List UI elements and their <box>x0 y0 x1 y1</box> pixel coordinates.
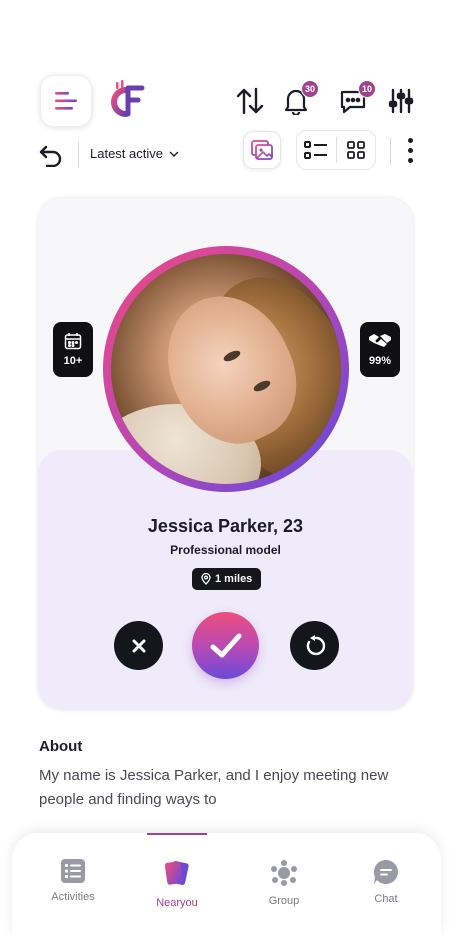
activity-stat: 10+ <box>53 322 93 377</box>
distance-value: 1 miles <box>215 573 253 585</box>
profile-photo-ring <box>103 246 349 492</box>
reject-button[interactable] <box>114 621 163 670</box>
activity-stat-value: 10+ <box>63 355 83 367</box>
view-toggle[interactable] <box>296 130 376 170</box>
activities-icon <box>61 859 85 883</box>
check-icon <box>210 633 241 657</box>
gallery-button[interactable] <box>243 131 281 169</box>
menu-lines-icon <box>55 92 77 110</box>
nav-label-chat: Chat <box>374 893 398 905</box>
profile-photo[interactable] <box>111 254 341 484</box>
about-text: My name is Jessica Parker, and I enjoy m… <box>39 767 389 808</box>
undo-arrow-icon[interactable] <box>36 140 66 170</box>
profile-name: Jessica Parker, 23 <box>147 516 304 536</box>
match-stat: 99% <box>360 322 400 377</box>
match-stat-value: 99% <box>368 355 392 367</box>
notification-badge: 30 <box>301 80 319 98</box>
bottom-nav: Activities Nearyou Group Chat <box>12 833 441 934</box>
nav-item-activities[interactable]: Activities <box>23 833 123 923</box>
more-vertical-icon[interactable] <box>400 134 420 166</box>
chat-icon <box>373 859 398 884</box>
distance-badge: 1 miles <box>192 568 262 590</box>
grid-view-button[interactable] <box>336 130 375 170</box>
chevron-down-icon <box>169 151 179 157</box>
sliders-icon[interactable] <box>384 84 418 118</box>
nav-label-nearyou: Nearyou <box>156 897 198 909</box>
nav-item-nearyou[interactable]: Nearyou <box>127 833 227 923</box>
close-icon <box>132 639 145 652</box>
cf-logo-icon <box>106 80 146 120</box>
location-pin-icon <box>201 573 211 585</box>
menu-button[interactable] <box>40 75 92 127</box>
bell-button[interactable]: 30 <box>279 80 319 118</box>
swap-icon[interactable] <box>233 84 267 118</box>
toolbar-divider <box>78 142 79 168</box>
handshake-icon <box>369 334 391 347</box>
sort-dropdown[interactable]: Latest active <box>90 146 179 161</box>
list-view-button[interactable] <box>297 130 336 170</box>
profile-role: Professional model <box>170 543 281 557</box>
list-view-icon <box>304 141 328 159</box>
cards-icon <box>164 861 189 885</box>
calendar-icon <box>64 333 82 350</box>
rewind-button[interactable] <box>290 621 339 670</box>
group-icon <box>271 860 297 886</box>
nav-item-chat[interactable]: Chat <box>336 833 436 923</box>
rewind-icon <box>306 634 325 655</box>
messages-button[interactable]: 10 <box>336 80 376 118</box>
sort-label: Latest active <box>90 146 163 161</box>
nav-label-activities: Activities <box>51 891 95 903</box>
grid-view-icon <box>346 141 365 159</box>
gallery-icon <box>251 140 273 160</box>
message-badge: 10 <box>358 80 376 98</box>
toolbar-divider-2 <box>390 138 391 164</box>
nav-label-group: Group <box>268 895 300 907</box>
like-button[interactable] <box>192 612 259 679</box>
nav-item-group[interactable]: Group <box>234 833 334 923</box>
about-heading: About <box>39 738 83 755</box>
